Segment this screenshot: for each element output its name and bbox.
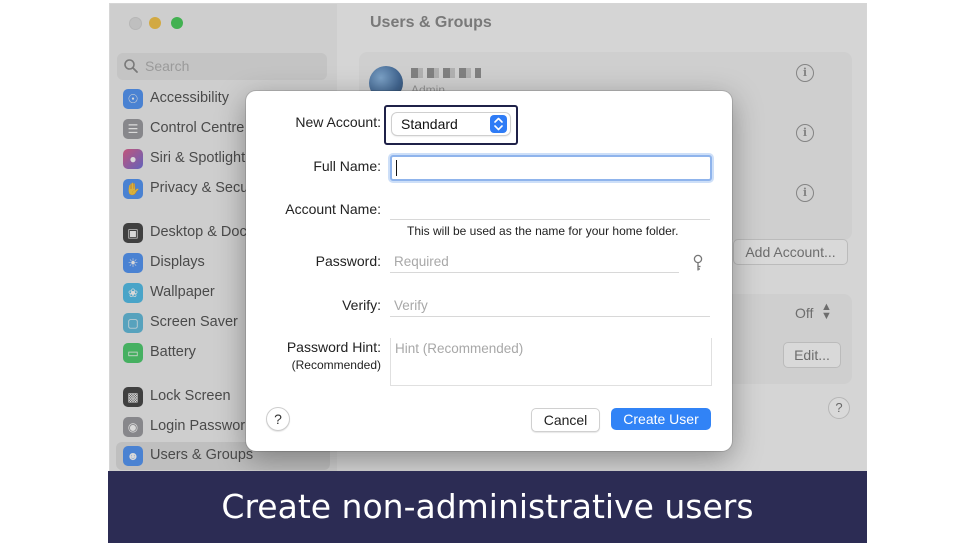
password-label: Password: (315, 253, 381, 269)
full-name-input[interactable] (390, 155, 712, 181)
password-hint-input[interactable]: Hint (Recommended) (390, 338, 712, 386)
account-type-value: Standard (401, 116, 458, 132)
account-name-input[interactable] (390, 197, 710, 220)
full-name-label: Full Name: (313, 158, 381, 174)
account-type-select[interactable]: Standard (392, 113, 510, 135)
text-caret (396, 160, 397, 176)
new-account-dialog: New Account: Standard Full Name: Account… (246, 91, 732, 451)
password-hint-sublabel: (Recommended) (291, 358, 381, 372)
cancel-button[interactable]: Cancel (531, 408, 600, 432)
verify-input[interactable]: Verify (390, 294, 710, 317)
caption-banner: Create non-administrative users (108, 471, 867, 543)
create-user-button[interactable]: Create User (611, 408, 711, 430)
help-button[interactable]: ? (266, 407, 290, 431)
hint-placeholder: Hint (Recommended) (395, 341, 524, 356)
password-placeholder: Required (394, 254, 449, 269)
chevron-up-down-icon (490, 115, 507, 133)
verify-placeholder: Verify (394, 298, 428, 313)
new-account-label: New Account: (295, 114, 381, 130)
account-name-note: This will be used as the name for your h… (407, 224, 679, 238)
account-type-highlight: Standard (384, 105, 518, 145)
caption-text: Create non-administrative users (221, 487, 754, 526)
password-input[interactable]: Required (390, 250, 679, 273)
key-icon[interactable] (692, 254, 704, 272)
account-name-label: Account Name: (285, 201, 381, 217)
verify-label: Verify: (342, 297, 381, 313)
password-hint-label: Password Hint: (286, 339, 381, 355)
